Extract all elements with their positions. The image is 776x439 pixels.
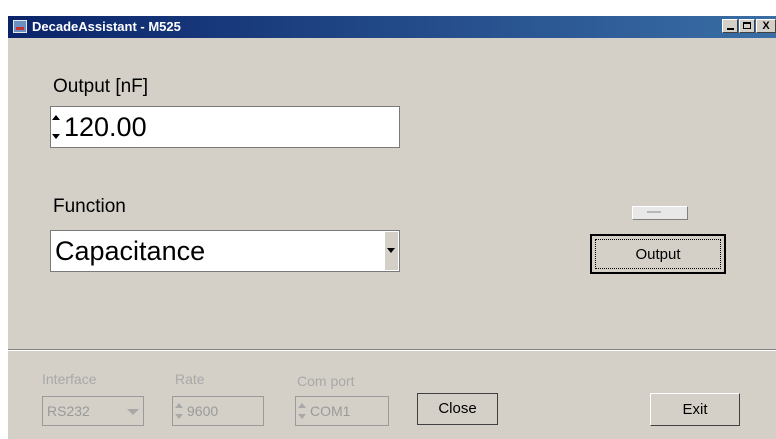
function-selected-value[interactable]: Capacitance bbox=[55, 236, 205, 267]
comport-value: COM1 bbox=[310, 403, 351, 419]
comport-spinner[interactable]: COM1 bbox=[295, 396, 389, 426]
rate-label: Rate bbox=[175, 371, 205, 387]
minimize-button[interactable] bbox=[722, 19, 738, 33]
spin-down-icon[interactable] bbox=[52, 134, 60, 139]
interface-label: Interface bbox=[42, 371, 97, 387]
spin-down-icon[interactable] bbox=[175, 414, 183, 419]
spin-down-icon[interactable] bbox=[298, 414, 306, 419]
close-window-button[interactable]: X bbox=[756, 19, 776, 33]
output-label: Output [nF] bbox=[53, 76, 149, 97]
chevron-down-icon bbox=[387, 248, 395, 253]
maximize-icon bbox=[743, 22, 751, 29]
function-label: Function bbox=[53, 196, 126, 217]
spin-up-icon[interactable] bbox=[298, 403, 306, 408]
app-icon bbox=[13, 20, 27, 33]
spinner-arrows[interactable] bbox=[296, 397, 308, 425]
maximize-button[interactable] bbox=[739, 19, 755, 33]
close-button[interactable]: Close bbox=[417, 393, 498, 425]
spinner-arrows[interactable] bbox=[173, 397, 185, 425]
close-icon: X bbox=[762, 20, 770, 32]
spin-up-icon[interactable] bbox=[175, 403, 183, 408]
separator bbox=[8, 349, 776, 351]
function-dropdown-button[interactable] bbox=[384, 232, 398, 270]
output-status-indicator bbox=[632, 206, 688, 220]
interface-select[interactable]: RS232 bbox=[42, 396, 144, 426]
output-value[interactable]: 120.00 bbox=[64, 112, 147, 143]
comport-label: Com port bbox=[297, 373, 355, 389]
exit-button[interactable]: Exit bbox=[650, 393, 740, 426]
rate-spinner[interactable]: 9600 bbox=[172, 396, 264, 426]
chevron-down-icon[interactable] bbox=[127, 409, 139, 415]
interface-value: RS232 bbox=[47, 403, 90, 419]
rate-value: 9600 bbox=[187, 403, 219, 419]
title-bar[interactable]: DecadeAssistant - M525 X bbox=[8, 16, 776, 38]
function-select[interactable]: Capacitance bbox=[50, 230, 400, 272]
spinner-arrows[interactable] bbox=[51, 107, 61, 147]
app-window: DecadeAssistant - M525 X Output [nF] 120… bbox=[8, 16, 776, 439]
spin-up-icon[interactable] bbox=[52, 115, 60, 120]
output-button-label: Output bbox=[595, 239, 721, 269]
minimize-icon bbox=[727, 28, 734, 30]
output-button[interactable]: Output bbox=[590, 234, 726, 274]
output-value-spinner[interactable]: 120.00 bbox=[50, 106, 400, 148]
window-title: DecadeAssistant - M525 bbox=[32, 19, 181, 34]
